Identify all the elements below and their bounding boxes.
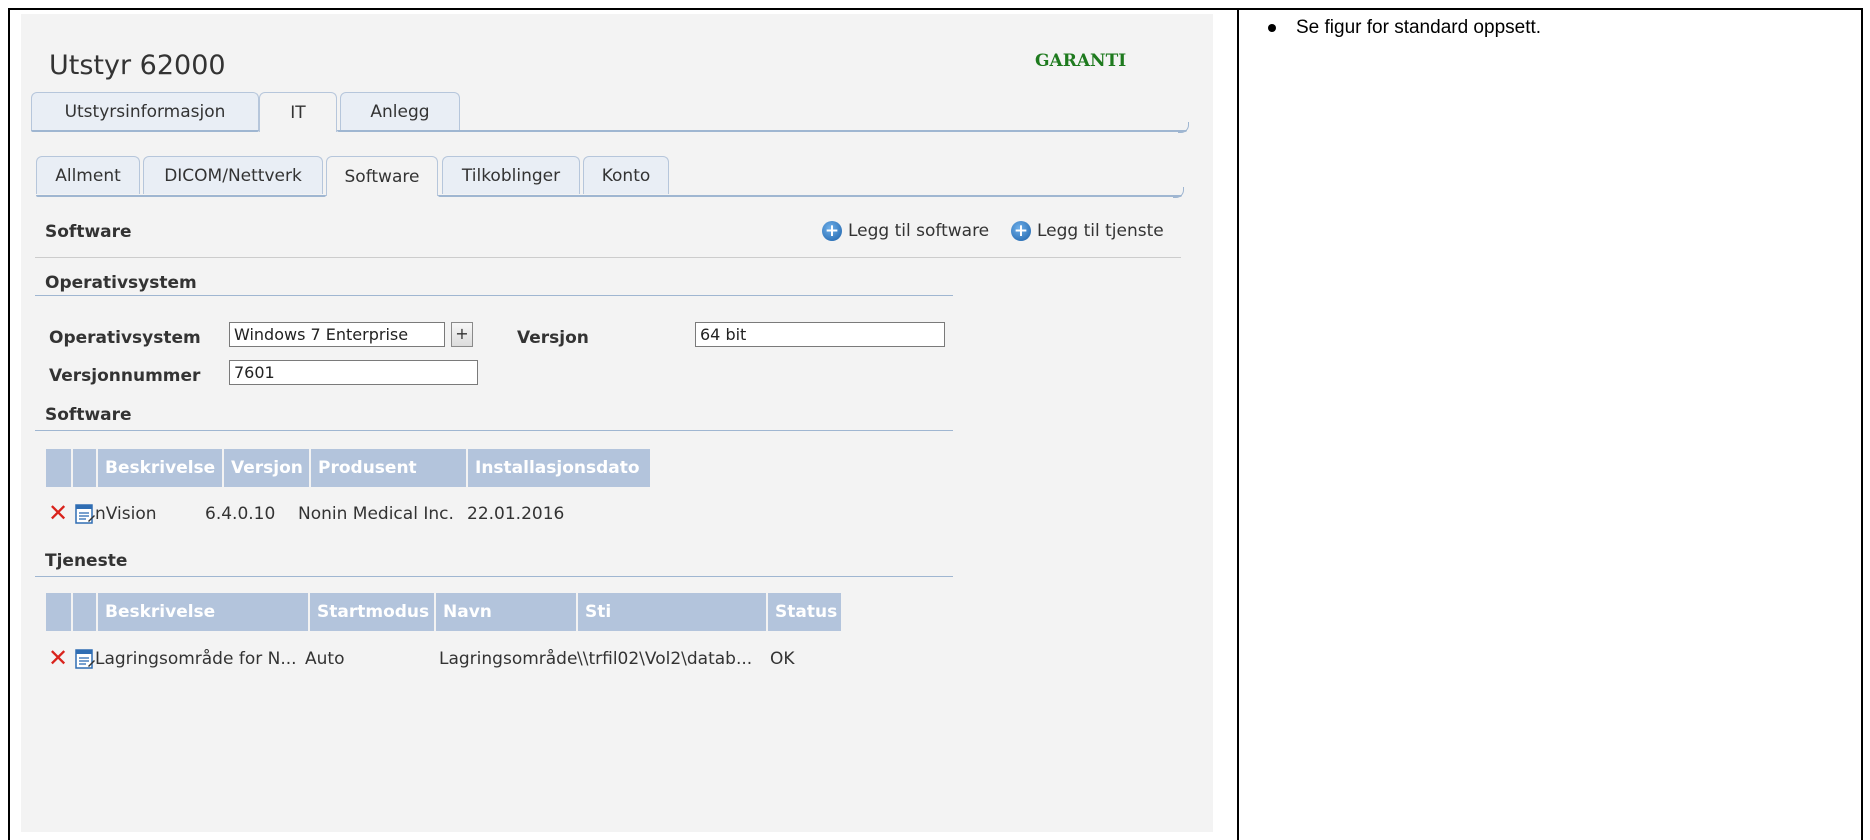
- software-description: nVision: [95, 504, 157, 524]
- subtab-bar-line: [438, 195, 1182, 197]
- add-service-link[interactable]: + Legg til tjenste: [1011, 221, 1164, 241]
- software-heading-rule: [35, 430, 953, 431]
- tab-dicom-nettverk[interactable]: DICOM/Nettverk: [143, 156, 323, 194]
- software-table-heading: Software: [45, 405, 132, 425]
- side-note-text: Se figur for standard oppsett.: [1296, 17, 1542, 38]
- add-service-label: Legg til tjenste: [1037, 221, 1164, 241]
- service-heading-rule: [35, 576, 953, 577]
- add-circle-icon: +: [822, 221, 842, 241]
- tab-anlegg[interactable]: Anlegg: [340, 92, 460, 130]
- status-badge: GARANTI: [1035, 51, 1127, 71]
- software-manufacturer: Nonin Medical Inc.: [298, 504, 454, 524]
- os-label: Operativsystem: [49, 328, 201, 348]
- table-header-blank: [73, 593, 96, 631]
- section-divider: [35, 257, 1181, 258]
- service-name: Lagringsområde: [439, 649, 578, 669]
- tab-bar-line: [31, 130, 259, 132]
- add-circle-icon: +: [1011, 221, 1031, 241]
- edit-document-icon[interactable]: [75, 649, 95, 669]
- tab-utstyrsinformasjon[interactable]: Utstyrsinformasjon: [31, 92, 259, 130]
- tab-bar-corner: [1178, 122, 1189, 133]
- add-software-label: Legg til software: [848, 221, 990, 241]
- column-header[interactable]: Produsent: [311, 449, 466, 487]
- column-header[interactable]: Startmodus: [310, 593, 434, 631]
- software-install-date: 22.01.2016: [467, 504, 565, 524]
- add-software-link[interactable]: + Legg til software: [822, 221, 989, 241]
- add-os-button[interactable]: +: [451, 322, 473, 347]
- bullet-icon: [1268, 24, 1276, 32]
- side-note: Se figur for standard oppsett.: [1268, 16, 1556, 40]
- page-title: Utstyr 62000: [49, 50, 226, 81]
- service-table-heading: Tjeneste: [45, 551, 128, 571]
- service-path: \\trfil02\Vol2\datab...: [577, 649, 753, 669]
- column-header[interactable]: Installasjonsdato: [468, 449, 650, 487]
- service-startmode: Auto: [305, 649, 345, 669]
- column-header[interactable]: Sti: [578, 593, 766, 631]
- service-status: OK: [770, 649, 795, 669]
- equipment-panel: Utstyr 62000 GARANTI Utstyrsinformasjon …: [21, 14, 1213, 832]
- tab-it[interactable]: IT: [259, 92, 337, 132]
- column-header[interactable]: Navn: [436, 593, 576, 631]
- tab-konto[interactable]: Konto: [583, 156, 669, 194]
- subtab-bar-line: [36, 195, 326, 197]
- service-description: Lagringsområde for N...: [95, 649, 297, 669]
- column-header[interactable]: Status: [768, 593, 841, 631]
- os-field[interactable]: [229, 322, 445, 347]
- delete-x-icon[interactable]: ✕: [48, 646, 68, 670]
- column-header[interactable]: Beskrivelse: [98, 593, 308, 631]
- version-field[interactable]: [695, 322, 945, 347]
- edit-document-icon[interactable]: [75, 504, 95, 524]
- table-header-blank: [46, 593, 71, 631]
- tab-tilkoblinger[interactable]: Tilkoblinger: [442, 156, 580, 194]
- os-heading-rule: [35, 295, 953, 296]
- subtab-bar-corner: [1173, 187, 1184, 198]
- os-heading: Operativsystem: [45, 273, 197, 293]
- version-label: Versjon: [517, 328, 589, 348]
- tab-allment[interactable]: Allment: [36, 156, 140, 194]
- software-version: 6.4.0.10: [205, 504, 276, 524]
- table-header-blank: [73, 449, 96, 487]
- document-column-divider: [1237, 8, 1239, 840]
- table-header-blank: [46, 449, 71, 487]
- build-number-field[interactable]: [229, 360, 478, 385]
- tab-bar-line: [337, 130, 1187, 132]
- build-label: Versjonnummer: [49, 366, 201, 386]
- delete-x-icon[interactable]: ✕: [48, 501, 68, 525]
- tab-software[interactable]: Software: [326, 156, 438, 196]
- software-section-title: Software: [45, 222, 132, 242]
- column-header[interactable]: Versjon: [224, 449, 309, 487]
- column-header[interactable]: Beskrivelse: [98, 449, 222, 487]
